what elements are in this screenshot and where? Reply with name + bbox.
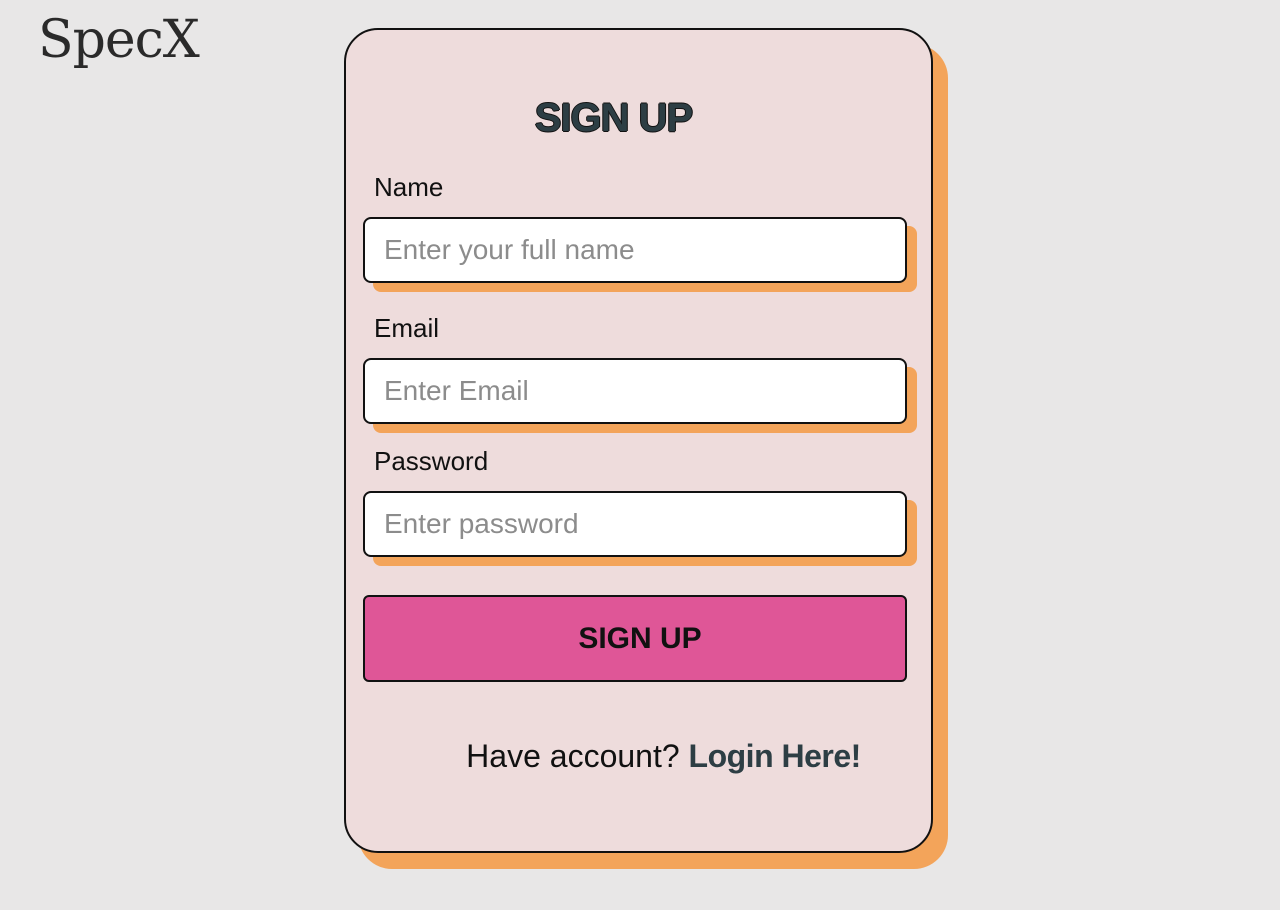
- email-field-wrap: [363, 358, 917, 433]
- brand-logo: SpecX: [38, 10, 200, 70]
- password-field-wrap: [363, 491, 917, 566]
- name-label: Name: [374, 172, 444, 202]
- password-label: Password: [374, 446, 489, 476]
- login-link[interactable]: Login Here!: [689, 738, 862, 774]
- name-input[interactable]: [363, 217, 907, 283]
- email-input[interactable]: [363, 358, 907, 424]
- password-input[interactable]: [363, 491, 907, 557]
- name-field-wrap: [363, 217, 917, 292]
- email-label: Email: [374, 313, 440, 343]
- signup-button[interactable]: SIGN UP: [363, 595, 907, 682]
- have-account-text: Have account?: [466, 738, 680, 774]
- footer-line: Have account? Login Here!: [346, 738, 931, 775]
- signup-card: SIGN UP Name Email Password SIGN UP Have…: [344, 28, 933, 853]
- page-title: SIGN UP: [534, 96, 693, 140]
